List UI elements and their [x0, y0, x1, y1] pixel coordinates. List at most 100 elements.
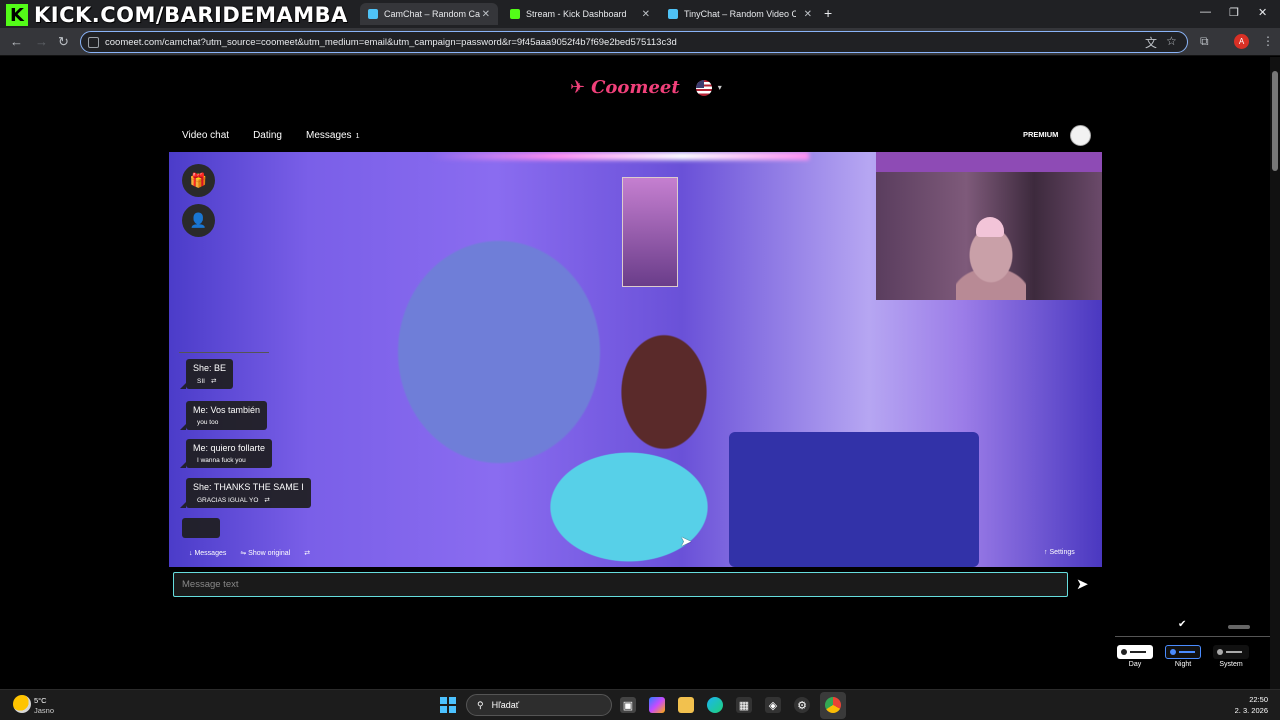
- send-icon[interactable]: ➤: [1076, 575, 1089, 593]
- kick-logo-icon: K: [6, 4, 28, 26]
- minimize-icon[interactable]: —: [1200, 6, 1211, 18]
- partner-video: 🎁 👤 She: BE SII ⇄ Me: Vos también you too…: [169, 152, 1102, 567]
- swap-icon[interactable]: ⇄: [211, 377, 216, 385]
- tab-camchat[interactable]: CamChat – Random Cam to ✕: [360, 3, 498, 25]
- nav-video-chat[interactable]: Video chat: [182, 130, 229, 141]
- gift-icon[interactable]: 🎁: [182, 164, 215, 197]
- copilot-icon[interactable]: [649, 697, 665, 713]
- clock-date[interactable]: 2. 3. 2026: [1222, 706, 1268, 715]
- chat-message-text: She: THANKS THE SAME I: [193, 482, 304, 492]
- page-scrollbar[interactable]: [1270, 57, 1280, 689]
- chat-translation: SII ⇄: [193, 377, 226, 386]
- scroll-thumb[interactable]: [1272, 71, 1278, 171]
- night-theme-icon: [1165, 645, 1201, 659]
- maximize-icon[interactable]: ❐: [1229, 6, 1239, 19]
- messages-toggle-label: Messages: [194, 549, 227, 557]
- premium-link[interactable]: PREMIUM: [1023, 130, 1058, 139]
- system-theme-icon: [1213, 645, 1249, 659]
- chevron-down-icon[interactable]: ▾: [718, 83, 722, 92]
- self-video-preview: [876, 152, 1102, 300]
- url-text: coomeet.com/camchat?utm_source=coomeet&u…: [105, 36, 677, 48]
- settings-gear-icon[interactable]: ⚙: [794, 697, 810, 713]
- chat-message-text: Me: Vos también: [193, 405, 261, 415]
- user-profile-icon[interactable]: 👤: [182, 204, 215, 237]
- swap-language-icon[interactable]: ⇄: [304, 549, 310, 557]
- back-arrow-icon[interactable]: ←: [10, 34, 23, 49]
- theme-handle[interactable]: [1228, 625, 1250, 629]
- theme-option-day[interactable]: Day: [1116, 645, 1154, 668]
- chat-translation-text: I wanna fuck you: [197, 457, 246, 464]
- messages-count-badge: 1: [355, 133, 360, 140]
- tab-title: Stream - Kick Dashboard: [526, 9, 627, 19]
- main-nav: Video chat Dating Messages 1: [182, 130, 359, 141]
- self-video-hat: [976, 217, 1004, 237]
- site-logo[interactable]: ✈ Coomeet ▾: [570, 77, 722, 98]
- chat-translation: GRACIAS IGUAL YO ⇄: [193, 496, 304, 505]
- tab-tinychat[interactable]: TinyChat – Random Video Chat ✕: [660, 3, 820, 25]
- taskbar-search[interactable]: ⚲ Hľadať: [466, 694, 612, 716]
- forward-arrow-icon[interactable]: →: [35, 34, 48, 49]
- windows-start-icon[interactable]: [440, 697, 456, 713]
- chat-message: Me: Vos también you too: [179, 401, 268, 430]
- chat-translation-text: SII: [197, 377, 205, 385]
- tab-kick-dashboard[interactable]: Stream - Kick Dashboard ✕: [502, 3, 658, 25]
- tab-title: TinyChat – Random Video Chat: [684, 9, 796, 19]
- settings-label: Settings: [1049, 549, 1075, 556]
- chat-divider: [179, 352, 269, 353]
- us-flag-icon[interactable]: [695, 79, 712, 96]
- profile-avatar[interactable]: A: [1234, 34, 1249, 49]
- translate-small-icon: ⇋: [240, 550, 249, 557]
- tab-strip: K KICK.COM/BARIDEMAMBA CamChat – Random …: [0, 0, 1280, 28]
- extensions-icon[interactable]: ⧉: [1200, 34, 1209, 49]
- store-icon[interactable]: ▦: [736, 697, 752, 713]
- site-info-icon[interactable]: [88, 37, 99, 48]
- theme-option-system[interactable]: System: [1212, 645, 1250, 668]
- kebab-menu-icon[interactable]: ⋮: [1262, 34, 1274, 48]
- close-icon[interactable]: ✕: [482, 9, 490, 20]
- weather-temp[interactable]: 5°C: [34, 696, 47, 705]
- chat-translation: I wanna fuck you: [193, 457, 265, 464]
- day-theme-icon: [1117, 645, 1153, 659]
- chat-message-text: Me: quiero follarte: [193, 443, 266, 453]
- translate-icon[interactable]: 文: [1145, 34, 1157, 51]
- chat-translation: you too: [193, 419, 260, 426]
- show-original-label: Show original: [248, 550, 291, 557]
- edge-icon[interactable]: [707, 697, 723, 713]
- clock-time[interactable]: 22:50: [1232, 695, 1268, 704]
- new-tab-plus-icon[interactable]: +: [824, 5, 832, 21]
- settings-button[interactable]: ↑ Settings: [1044, 549, 1075, 556]
- chat-message-empty: [182, 518, 220, 538]
- weather-sun-icon[interactable]: [13, 695, 31, 713]
- stream-overlay-text: KICK.COM/BARIDEMAMBA: [34, 3, 348, 27]
- messages-toggle-button[interactable]: ↓ Messages: [189, 550, 226, 557]
- mouse-cursor-icon: ➤: [680, 533, 692, 549]
- url-field[interactable]: coomeet.com/camchat?utm_source=coomeet&u…: [80, 31, 1188, 53]
- theme-option-night[interactable]: Night: [1164, 645, 1202, 668]
- check-icon: ✔: [1178, 619, 1187, 630]
- chat-message: Me: quiero follarte I wanna fuck you: [179, 439, 273, 468]
- reload-icon[interactable]: ↻: [58, 34, 69, 50]
- show-original-button[interactable]: ⇋ Show original: [240, 549, 290, 557]
- chat-toolbar: ↓ Messages ⇋ Show original ⇄: [189, 549, 310, 558]
- close-icon[interactable]: ✕: [642, 9, 650, 20]
- message-input[interactable]: [173, 572, 1068, 597]
- nav-dating[interactable]: Dating: [253, 130, 282, 141]
- chat-message-text: She: BE: [193, 363, 227, 373]
- file-explorer-icon[interactable]: [678, 697, 694, 713]
- nav-messages[interactable]: Messages 1: [306, 130, 359, 141]
- theme-label: Day: [1128, 661, 1142, 668]
- window-close-icon[interactable]: ✕: [1258, 6, 1267, 19]
- user-avatar[interactable]: [1070, 125, 1091, 146]
- search-placeholder: Hľadať: [491, 700, 520, 710]
- bookmark-star-icon[interactable]: ☆: [1166, 34, 1177, 48]
- swap-icon[interactable]: ⇄: [264, 496, 269, 504]
- tinychat-tab-icon: [668, 9, 678, 19]
- wall-poster: [622, 177, 678, 287]
- nav-messages-label: Messages: [305, 130, 352, 141]
- app-cube-icon[interactable]: ◈: [765, 697, 781, 713]
- close-icon[interactable]: ✕: [804, 9, 812, 20]
- chrome-icon[interactable]: [825, 697, 841, 713]
- neon-light: [429, 152, 809, 160]
- task-view-icon[interactable]: ▣: [620, 697, 636, 713]
- weather-desc[interactable]: Jasno: [34, 706, 54, 715]
